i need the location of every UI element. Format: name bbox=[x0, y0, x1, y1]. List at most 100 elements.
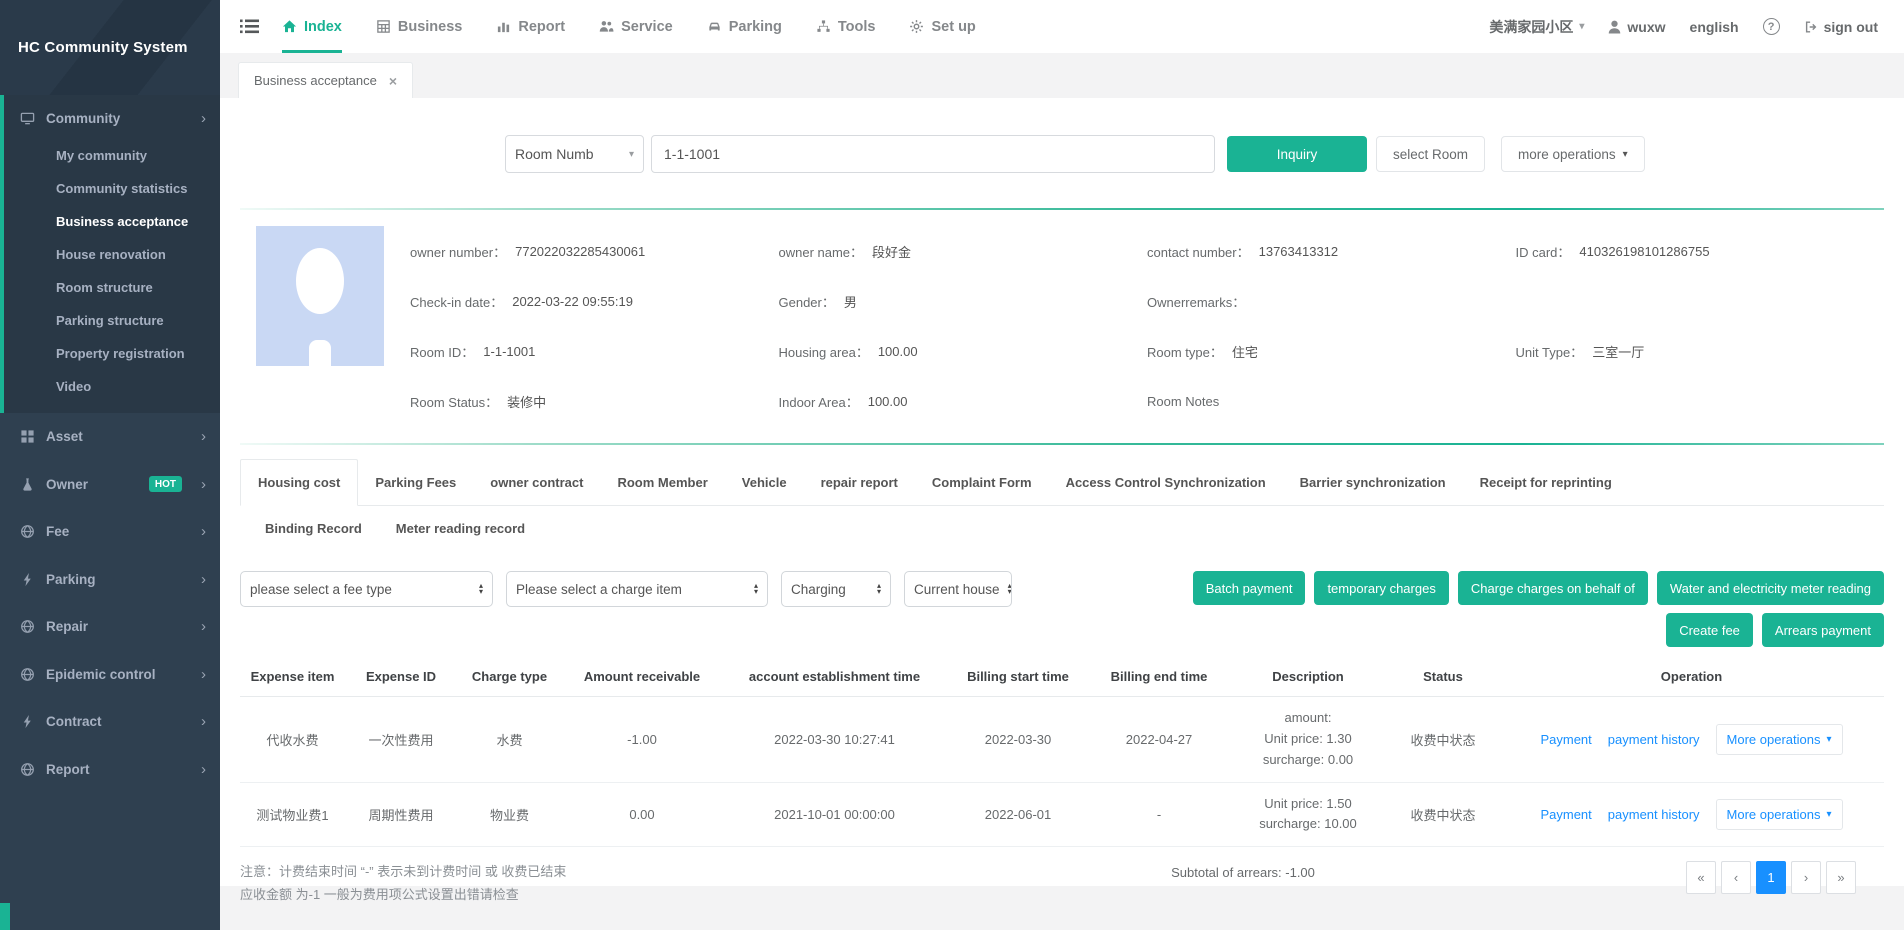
tab-access-control-sync[interactable]: Access Control Synchronization bbox=[1049, 460, 1283, 505]
sidebar-section-contract[interactable]: Contract › bbox=[0, 698, 220, 746]
pagination-first[interactable]: « bbox=[1686, 861, 1716, 894]
tab-parking-fees[interactable]: Parking Fees bbox=[358, 460, 473, 505]
globe-icon bbox=[20, 667, 35, 682]
payment-link[interactable]: Payment bbox=[1540, 732, 1591, 747]
caret-down-icon: ▾ bbox=[1579, 21, 1584, 32]
tab-room-member[interactable]: Room Member bbox=[600, 460, 724, 505]
pagination-prev[interactable]: ‹ bbox=[1721, 861, 1751, 894]
field-label: Housing area： bbox=[779, 342, 869, 361]
filter-toolbar: please select a fee type ▴▾ Please selec… bbox=[240, 571, 1884, 647]
pagination-last[interactable]: » bbox=[1826, 861, 1856, 894]
cell-operation: Payment payment history More operations … bbox=[1499, 724, 1884, 755]
search-field-type-select[interactable]: Room Numb ▾ bbox=[505, 135, 644, 173]
top-nav-tools[interactable]: Tools bbox=[816, 0, 876, 53]
current-house-select[interactable]: Current house ▴▾ bbox=[904, 571, 1012, 607]
select-arrows-icon: ▴▾ bbox=[479, 583, 483, 596]
sidebar-section-owner[interactable]: Owner HOT › bbox=[0, 461, 220, 509]
payment-link[interactable]: Payment bbox=[1540, 807, 1591, 822]
sidebar-section-community-header[interactable]: Community › bbox=[4, 95, 220, 139]
car-icon bbox=[707, 19, 722, 34]
help-icon[interactable]: ? bbox=[1763, 18, 1780, 35]
hamburger-icon[interactable] bbox=[220, 0, 278, 53]
more-operations-button[interactable]: More operations ▾ bbox=[1716, 724, 1843, 755]
fee-type-select[interactable]: please select a fee type ▴▾ bbox=[240, 571, 493, 607]
inquiry-button[interactable]: Inquiry bbox=[1227, 136, 1367, 172]
cell-billing-start: 2022-06-01 bbox=[947, 807, 1089, 822]
sidebar-item-house-renovation[interactable]: House renovation bbox=[4, 238, 220, 271]
tab-housing-cost[interactable]: Housing cost bbox=[240, 459, 358, 506]
divider bbox=[240, 443, 1884, 445]
field-label: owner name： bbox=[779, 242, 864, 261]
tab-barrier-sync[interactable]: Barrier synchronization bbox=[1283, 460, 1463, 505]
sidebar-section-asset[interactable]: Asset › bbox=[0, 413, 220, 461]
sidebar-section-epidemic-control[interactable]: Epidemic control › bbox=[0, 651, 220, 699]
sidebar-section-parking[interactable]: Parking › bbox=[0, 556, 220, 604]
payment-history-link[interactable]: payment history bbox=[1608, 807, 1700, 822]
arrears-payment-button[interactable]: Arrears payment bbox=[1762, 613, 1884, 647]
caret-down-icon: ▾ bbox=[1827, 734, 1832, 745]
sidebar-section-fee[interactable]: Fee › bbox=[0, 508, 220, 556]
note-line: 注意：计费结束时间 “-” 表示未到计费时间 或 收费已结束 bbox=[240, 861, 800, 884]
charge-on-behalf-button[interactable]: Charge charges on behalf of bbox=[1458, 571, 1648, 605]
field-value: 段好金 bbox=[872, 242, 911, 261]
pagination-page-1[interactable]: 1 bbox=[1756, 861, 1786, 894]
sidebar-item-room-structure[interactable]: Room structure bbox=[4, 271, 220, 304]
avatar-silhouette-body bbox=[309, 340, 331, 366]
top-nav-report[interactable]: Report bbox=[496, 0, 565, 53]
tab-repair-report[interactable]: repair report bbox=[804, 460, 915, 505]
sidebar-item-business-acceptance[interactable]: Business acceptance bbox=[4, 205, 220, 238]
caret-down-icon: ▾ bbox=[629, 149, 634, 160]
open-tabs-strip: Business acceptance × bbox=[220, 53, 1904, 98]
community-selector[interactable]: 美满家园小区 ▾ bbox=[1489, 17, 1584, 37]
more-operations-button[interactable]: more operations ▾ bbox=[1501, 136, 1645, 172]
tab-business-acceptance[interactable]: Business acceptance × bbox=[238, 62, 413, 98]
top-nav-index[interactable]: Index bbox=[282, 0, 342, 53]
tab-meter-reading-record[interactable]: Meter reading record bbox=[379, 506, 542, 551]
sidebar-section-report[interactable]: Report › bbox=[0, 746, 220, 794]
pagination-next[interactable]: › bbox=[1791, 861, 1821, 894]
close-icon[interactable]: × bbox=[389, 76, 397, 86]
language-toggle[interactable]: english bbox=[1690, 19, 1739, 35]
tab-owner-contract[interactable]: owner contract bbox=[473, 460, 600, 505]
column-header: Billing start time bbox=[947, 669, 1089, 684]
water-electricity-meter-button[interactable]: Water and electricity meter reading bbox=[1657, 571, 1884, 605]
sidebar-item-parking-structure[interactable]: Parking structure bbox=[4, 304, 220, 337]
sign-out-button[interactable]: sign out bbox=[1804, 19, 1878, 35]
tab-complaint-form[interactable]: Complaint Form bbox=[915, 460, 1049, 505]
sidebar-item-property-registration[interactable]: Property registration bbox=[4, 337, 220, 370]
user-menu[interactable]: wuxw bbox=[1608, 19, 1665, 35]
field-label: ID card： bbox=[1516, 242, 1571, 261]
payment-history-link[interactable]: payment history bbox=[1608, 732, 1700, 747]
description-line: surcharge: 0.00 bbox=[1229, 751, 1387, 770]
table-row: 测试物业费1 周期性费用 物业费 0.00 2021-10-01 00:00:0… bbox=[240, 783, 1884, 848]
top-nav-service[interactable]: Service bbox=[599, 0, 673, 53]
tab-receipt-reprinting[interactable]: Receipt for reprinting bbox=[1463, 460, 1629, 505]
create-fee-button[interactable]: Create fee bbox=[1666, 613, 1753, 647]
select-arrows-icon: ▴▾ bbox=[1008, 583, 1012, 596]
charging-status-select[interactable]: Charging ▴▾ bbox=[781, 571, 891, 607]
select-room-button[interactable]: select Room bbox=[1376, 136, 1485, 172]
tab-vehicle[interactable]: Vehicle bbox=[725, 460, 804, 505]
field-value: 住宅 bbox=[1232, 342, 1258, 361]
app-title: HC Community System bbox=[18, 39, 188, 56]
sidebar-item-my-community[interactable]: My community bbox=[4, 139, 220, 172]
sidebar-section-repair[interactable]: Repair › bbox=[0, 603, 220, 651]
top-nav-parking[interactable]: Parking bbox=[707, 0, 782, 53]
batch-payment-button[interactable]: Batch payment bbox=[1193, 571, 1306, 605]
field-label: Indoor Area： bbox=[779, 392, 859, 411]
top-nav-business[interactable]: Business bbox=[376, 0, 462, 53]
room-number-input[interactable] bbox=[651, 135, 1215, 173]
sidebar-item-video[interactable]: Video bbox=[4, 370, 220, 403]
more-operations-button[interactable]: More operations ▾ bbox=[1716, 799, 1843, 830]
field-value: 2022-03-22 09:55:19 bbox=[512, 294, 633, 309]
detail-tabs-row2: Binding Record Meter reading record bbox=[240, 506, 1884, 551]
globe-icon bbox=[20, 619, 35, 634]
sidebar-section-label: Asset bbox=[46, 429, 83, 444]
table-notes: 注意：计费结束时间 “-” 表示未到计费时间 或 收费已结束 应收金额 为-1 … bbox=[240, 861, 800, 907]
top-nav-setup[interactable]: Set up bbox=[909, 0, 975, 53]
temporary-charges-button[interactable]: temporary charges bbox=[1314, 571, 1448, 605]
charge-item-select[interactable]: Please select a charge item ▴▾ bbox=[506, 571, 768, 607]
tab-binding-record[interactable]: Binding Record bbox=[248, 506, 379, 551]
sidebar-item-community-statistics[interactable]: Community statistics bbox=[4, 172, 220, 205]
column-header: Operation bbox=[1499, 669, 1884, 684]
